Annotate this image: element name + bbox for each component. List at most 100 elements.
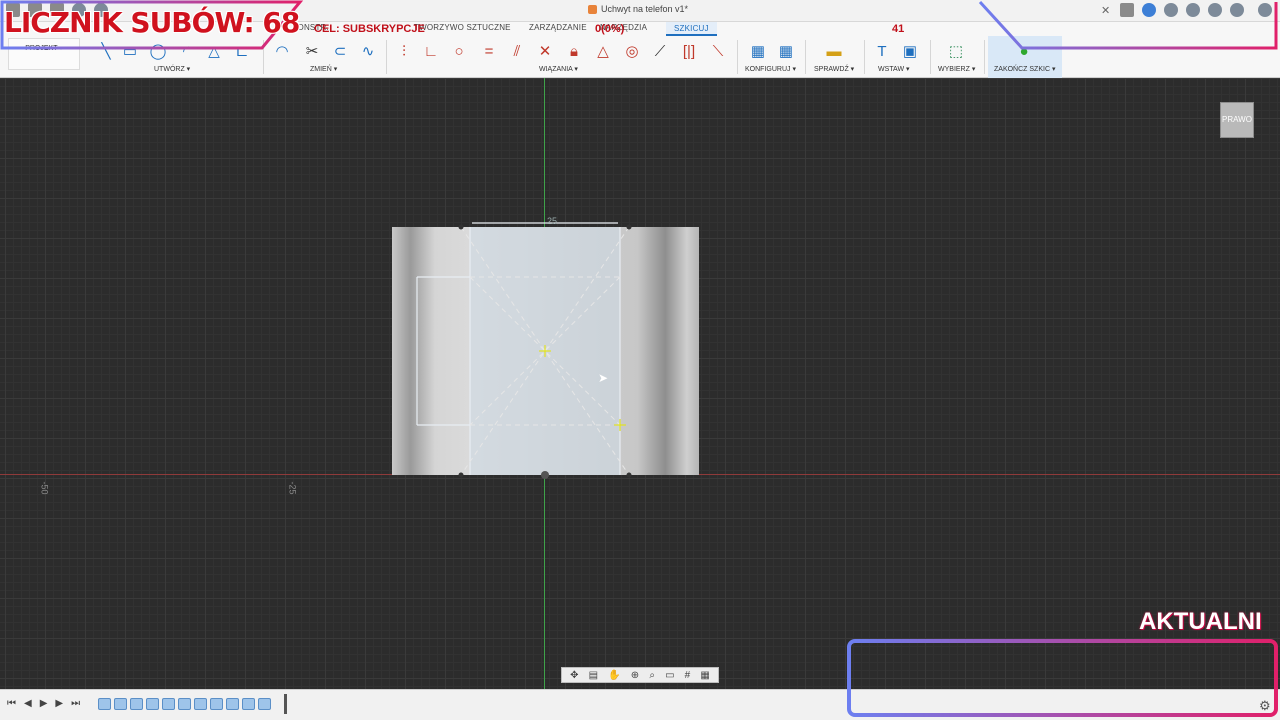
group-inspect-label[interactable]: SPRAWDŹ ▾ [814,65,854,73]
user-avatar[interactable] [1258,3,1272,17]
play-icon[interactable]: ▶ [40,698,48,709]
sketch-geometry: 25 [416,216,632,479]
offset-icon[interactable]: ⊂ [330,41,350,61]
parallel-icon[interactable]: ⫽ [507,41,527,61]
fit-icon[interactable]: ⌕ [649,670,655,681]
origin-point[interactable] [541,471,549,479]
finish-sketch-icon[interactable]: ● [1014,41,1034,61]
group-constraints-label[interactable]: WIĄZANIA ▾ [539,65,578,73]
aktualni-banner: AKTUALNI [1139,608,1262,635]
group-modify-label[interactable]: ZMIEŃ ▾ [310,65,337,73]
group-insert-label[interactable]: WSTAW ▾ [878,65,910,73]
close-tab-icon[interactable]: ✕ [1101,4,1110,17]
curvature-icon[interactable]: ⟍ [708,41,728,61]
ribbon-separator [737,40,738,74]
rectangle-icon[interactable]: ▭ [120,41,140,61]
ribbon-separator [930,40,931,74]
group-select-label[interactable]: WYBIERZ ▾ [938,65,975,73]
help-icon[interactable] [1230,3,1244,17]
perpendicular-icon[interactable]: ∟ [421,41,441,61]
previous-step-icon[interactable]: ◀ [24,698,32,709]
coincident-icon[interactable]: ⫶ [394,41,414,61]
line-icon[interactable]: ╲ [96,41,116,61]
ribbon-separator [805,40,806,74]
timeline-feature[interactable] [114,698,127,710]
timeline-feature[interactable] [178,698,191,710]
ribbon-separator [263,40,264,74]
slot-icon[interactable]: ⊏ [232,41,252,61]
timeline-feature[interactable] [162,698,175,710]
group-finish-label[interactable]: ZAKOŃCZ SZKIC ▾ [994,65,1055,73]
circle-icon[interactable]: ◯ [148,41,168,61]
insert-text-icon[interactable]: T [872,41,892,61]
mouse-cursor-icon: ➤ [598,371,609,385]
notifications-icon[interactable] [1208,3,1222,17]
sketch-point[interactable] [626,224,632,230]
timeline-features [98,698,271,710]
sketch-point[interactable] [458,224,464,230]
ribbon-separator [386,40,387,74]
fusion-window: Uchwyt na telefon v1* ✕ KONSTR. TWORZYWO… [0,0,1280,720]
timeline-feature[interactable] [98,698,111,710]
new-tab-icon[interactable] [1120,3,1134,17]
lock-icon[interactable]: 🔒︎ [564,41,584,61]
orbit-icon[interactable]: ✥ [570,670,578,681]
horizontal-vertical-icon[interactable]: ✕ [535,41,555,61]
tab-sketch[interactable]: SZKICUJ [666,22,717,36]
look-at-icon[interactable]: ▤ [589,670,598,681]
sketch-point[interactable] [626,472,632,478]
polygon-icon[interactable]: △ [204,41,224,61]
grid-settings-icon[interactable]: # [685,670,691,681]
view-cube[interactable]: PRAWO [1220,102,1254,138]
timeline-feature[interactable] [258,698,271,710]
fillet-icon[interactable]: ◠ [272,41,292,61]
extensions-icon[interactable] [1142,3,1156,17]
timeline-feature[interactable] [210,698,223,710]
right-toolbar [1120,3,1272,17]
design-canvas[interactable]: -50 -25 25 PRAWO ➤ [0,78,1280,689]
subscriber-counter: LICZNIK SUBÓW: 68 [4,6,300,39]
last-step-icon[interactable]: ⏭ [71,698,80,709]
insert-image-icon[interactable]: ▣ [900,41,920,61]
first-step-icon[interactable]: ⏮ [7,698,16,709]
goal-percentage: 0(0%) [595,23,625,35]
next-step-icon[interactable]: ▶ [55,698,63,709]
gear-icon[interactable]: ⚙ [1259,698,1271,714]
triangle-icon[interactable]: △ [593,41,613,61]
group-configure-label[interactable]: KONFIGURUJ ▾ [745,65,796,73]
spline-icon[interactable]: ∿ [358,41,378,61]
timeline-feature[interactable] [194,698,207,710]
midpoint-icon[interactable]: ⟋ [650,41,670,61]
configure-icon[interactable]: ▦ [748,41,768,61]
dimension-value[interactable]: 25 [547,216,557,226]
configure-table-icon[interactable]: ▦ [776,41,796,61]
measure-icon[interactable]: ▬ [824,41,844,61]
select-icon[interactable]: ⬚ [946,41,966,61]
tab-plastic[interactable]: TWORZYWO SZTUCZNE [414,23,511,32]
timeline-marker[interactable] [284,694,287,714]
goal-count: 41 [892,23,905,35]
timeline-feature[interactable] [146,698,159,710]
sync-icon[interactable] [1164,3,1178,17]
timeline-feature[interactable] [242,698,255,710]
tangent-icon[interactable]: ○ [449,41,469,61]
subscription-goal: CEL: SUBSKRYPCJE [314,23,425,35]
arc-icon[interactable]: ◜ [176,41,196,61]
concentric-icon[interactable]: ◎ [622,41,642,61]
timeline-feature[interactable] [130,698,143,710]
timeline-feature[interactable] [226,698,239,710]
symmetry-icon[interactable]: [|] [679,41,699,61]
tab-manage[interactable]: ZARZĄDZANIE [529,23,587,32]
sketch-point[interactable] [458,472,464,478]
trim-icon[interactable]: ✂ [302,41,322,61]
viewports-icon[interactable]: ▦ [700,670,709,681]
document-title: Uchwyt na telefon v1* [601,4,689,14]
jobs-icon[interactable] [1186,3,1200,17]
document-tab[interactable]: Uchwyt na telefon v1* [588,4,688,14]
equal-icon[interactable]: = [479,41,499,61]
design-workspace-dropdown[interactable]: PROJEKT ▾ [8,38,80,70]
pan-icon[interactable]: ✋ [608,670,620,681]
group-create-label[interactable]: UTWÓRZ ▾ [154,65,190,73]
display-settings-icon[interactable]: ▭ [665,670,674,681]
zoom-icon[interactable]: ⊕ [631,670,639,681]
